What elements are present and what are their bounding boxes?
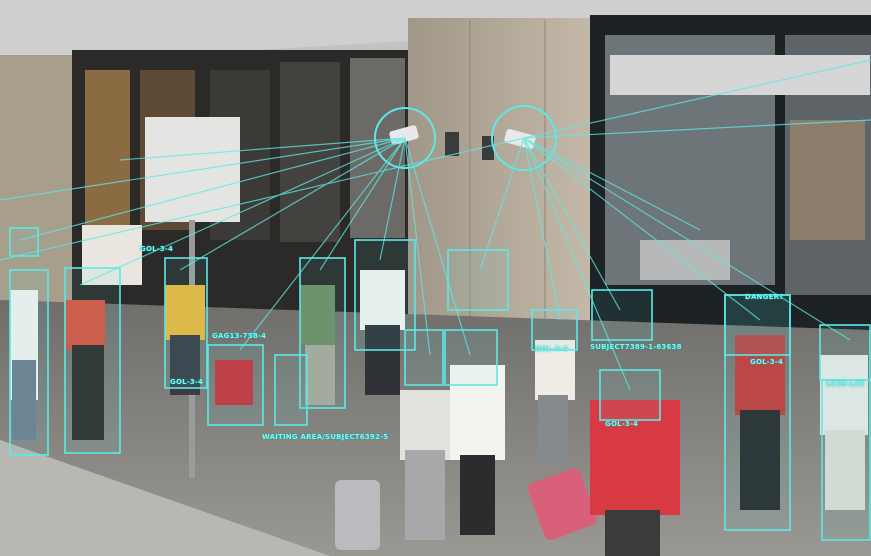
overlay-label: LCS9-L29 [826,380,865,388]
overlay-label: GAG13-758-4 [212,332,267,340]
overlay-label: DANGER? [745,293,784,301]
scene-illustration [0,0,871,556]
blank-sign [145,117,240,222]
overlay-label: GOL-3-4 [750,358,784,366]
overlay-label: GOL-3-4 [170,378,204,386]
surveillance-scene: DANGER? GAG13-758-4 SUBJECT7389-1-63638 … [0,0,871,556]
overlay-label: GOL-3-4 [140,245,174,253]
overlay-label: SUBJECT7389-1-63638 [590,343,682,351]
overlay-label: WAITING AREA/SUBJECT6392-5 [262,433,389,441]
overlay-label: GOL-3-4 [535,345,569,353]
overlay-label: GOL-3-4 [605,420,639,428]
